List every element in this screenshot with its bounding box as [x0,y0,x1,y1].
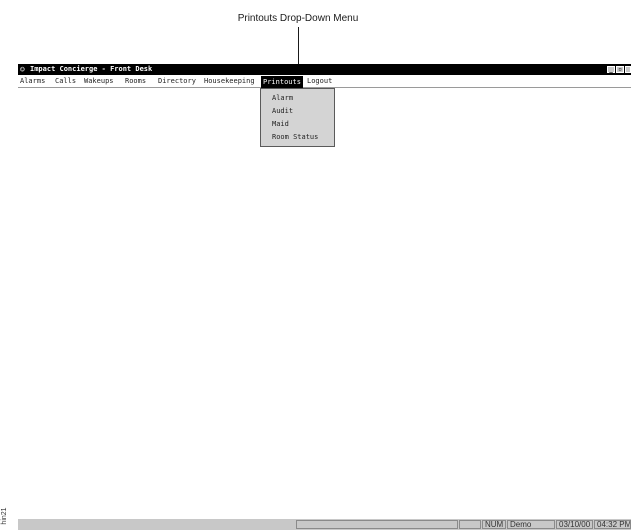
menu-wakeups[interactable]: Wakeups [83,75,115,87]
dropdown-item-audit[interactable]: Audit [272,106,293,116]
status-date: 03/10/00 [556,520,593,529]
figure-id-caption: hin21 [1,507,8,525]
status-num: NUM [482,520,506,529]
dropdown-item-room-status[interactable]: Room Status [272,132,318,142]
status-time: 04:32 PM [594,520,631,529]
status-pane-blank-1 [296,520,458,529]
menu-logout[interactable]: Logout [306,75,333,87]
title-bar[interactable]: ☺ Impact Concierge - Front Desk _ ▫ [18,64,631,75]
menu-bar: Alarms Calls Wakeups Rooms Directory Hou… [18,75,631,88]
window-title: Impact Concierge - Front Desk [30,65,153,73]
minimize-icon: _ [609,66,613,73]
printouts-dropdown-menu: Alarm Audit Maid Room Status [260,88,335,147]
status-bar: NUM Demo 03/10/00 04:32 PM [18,518,631,530]
client-area [18,88,631,518]
dropdown-item-alarm[interactable]: Alarm [272,93,293,103]
status-pane-blank-2 [459,520,481,529]
menu-alarms[interactable]: Alarms [19,75,46,87]
menu-directory[interactable]: Directory [157,75,197,87]
menu-calls[interactable]: Calls [54,75,77,87]
menu-housekeeping[interactable]: Housekeeping [203,75,256,87]
restore-button[interactable]: ▫ [616,66,624,73]
minimize-button[interactable]: _ [607,66,615,73]
callout-label: Printouts Drop-Down Menu [237,13,359,24]
restore-icon: ▫ [618,66,622,73]
menu-rooms[interactable]: Rooms [124,75,147,87]
dropdown-item-maid[interactable]: Maid [272,119,289,129]
app-icon[interactable]: ☺ [20,64,25,75]
status-message [19,520,295,529]
status-mode: Demo [507,520,555,529]
menu-printouts[interactable]: Printouts [261,76,303,88]
close-button[interactable] [625,66,631,73]
